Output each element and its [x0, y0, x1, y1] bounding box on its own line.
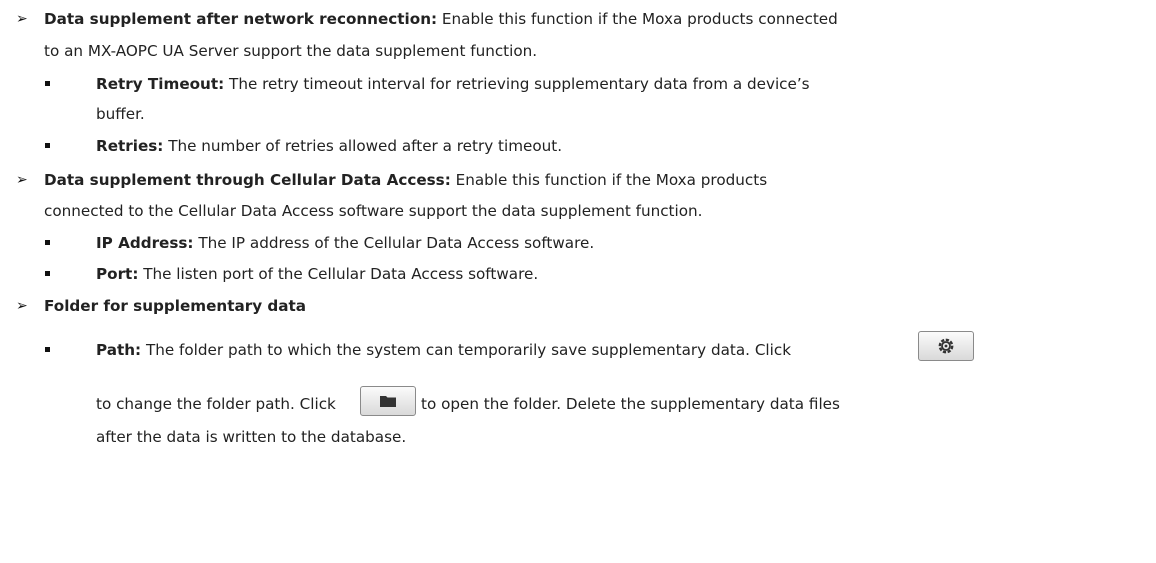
section-1-line-2: to an MX-AOPC UA Server support the data… [44, 42, 538, 60]
item-ip-address: IP Address: The IP address of the Cellul… [96, 233, 594, 253]
change-path-button[interactable] [918, 331, 974, 361]
gear-icon [938, 338, 954, 354]
folder-icon [380, 396, 396, 407]
square-bullet-icon [45, 347, 50, 352]
item-title: Retries: [96, 137, 164, 155]
item-text: to change the folder path. Click [96, 395, 336, 413]
item-retry-timeout-line-2: buffer. [96, 105, 145, 123]
item-path: Path: The folder path to which the syste… [96, 340, 791, 360]
item-title: Path: [96, 341, 142, 359]
item-port: Port: The listen port of the Cellular Da… [96, 264, 538, 284]
item-text: The number of retries allowed after a re… [163, 137, 563, 155]
section-2-line-2: connected to the Cellular Data Access so… [44, 202, 703, 220]
section-title: Data supplement through Cellular Data Ac… [44, 171, 451, 189]
square-bullet-icon [45, 271, 50, 276]
arrow-bullet-icon: ➢ [16, 298, 28, 314]
item-text: The listen port of the Cellular Data Acc… [138, 265, 539, 283]
item-text: The retry timeout interval for retrievin… [224, 75, 810, 93]
item-title: Retry Timeout: [96, 75, 225, 93]
section-2-line-1: Data supplement through Cellular Data Ac… [44, 170, 767, 190]
item-title: IP Address: [96, 234, 194, 252]
section-text: Enable this function if the Moxa product… [437, 10, 838, 28]
square-bullet-icon [45, 240, 50, 245]
section-3-line-1: Folder for supplementary data [44, 296, 306, 316]
square-bullet-icon [45, 81, 50, 86]
section-title: Folder for supplementary data [44, 297, 307, 315]
section-1-line-1: Data supplement after network reconnecti… [44, 9, 838, 29]
section-title: Data supplement after network reconnecti… [44, 10, 438, 28]
item-text: to open the folder. Delete the supplemen… [421, 395, 840, 413]
item-text: The IP address of the Cellular Data Acce… [193, 234, 595, 252]
arrow-bullet-icon: ➢ [16, 11, 28, 27]
item-text: The folder path to which the system can … [141, 341, 792, 359]
item-path-line-3: after the data is written to the databas… [96, 428, 407, 446]
section-text: Enable this function if the Moxa product… [450, 171, 768, 189]
item-path-line-2: to change the folder path. Click [96, 394, 336, 414]
arrow-bullet-icon: ➢ [16, 172, 28, 188]
square-bullet-icon [45, 143, 50, 148]
item-retry-timeout: Retry Timeout: The retry timeout interva… [96, 74, 810, 94]
item-title: Port: [96, 265, 139, 283]
open-folder-button[interactable] [360, 386, 416, 416]
item-path-line-2-end: to open the folder. Delete the supplemen… [421, 394, 840, 414]
item-retries: Retries: The number of retries allowed a… [96, 136, 562, 156]
